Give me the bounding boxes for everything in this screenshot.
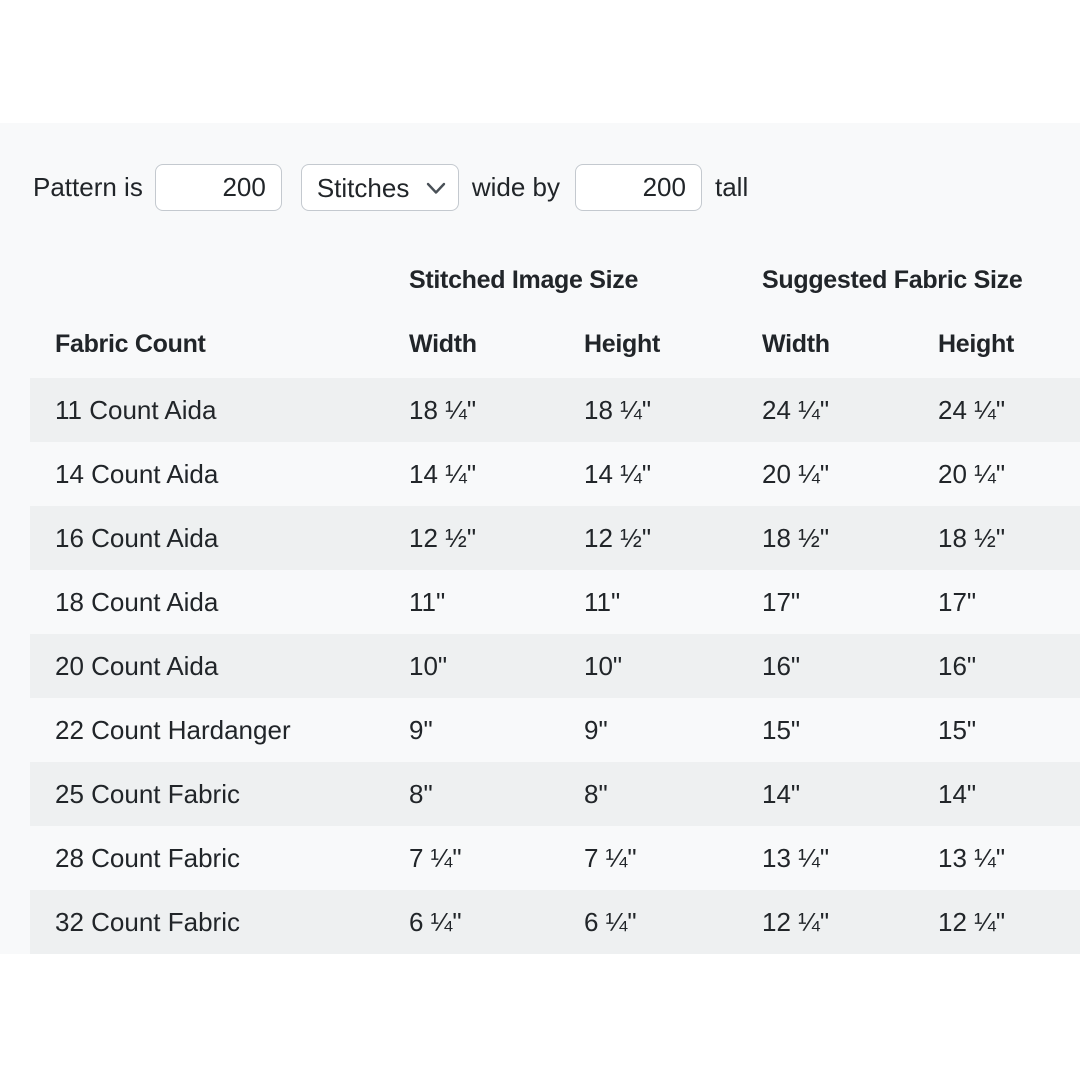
column-header-stitched-height: Height [584,329,660,358]
column-header-fabric-height: Height [938,329,1014,358]
fabric-width-cell: 13 ¼" [762,842,830,873]
fabric-width-cell: 18 ½" [762,522,830,553]
column-header-fabric-width: Width [762,329,830,358]
stitched-height-cell: 12 ½" [584,522,652,553]
fabric-count-cell: 18 Count Aida [55,586,219,617]
calculator-panel: Pattern is Stitches wide by tall Stitche… [0,123,1080,954]
group-header-row: Stitched Image Size Suggested Fabric Siz… [30,257,1080,304]
table-row: 14 Count Aida 14 ¼" 14 ¼" 20 ¼" 20 ¼" [30,442,1080,506]
fabric-count-cell: 20 Count Aida [55,650,219,681]
stitched-height-cell: 9" [584,714,608,745]
stitched-height-cell: 10" [584,650,623,681]
top-whitespace [0,0,1080,123]
stitched-width-cell: 14 ¼" [409,458,477,489]
fabric-count-cell: 11 Count Aida [55,394,217,425]
fabric-width-cell: 12 ¼" [762,906,830,937]
fabric-count-cell: 22 Count Hardanger [55,714,291,745]
fabric-width-cell: 14" [762,778,801,809]
wide-by-label: wide by [471,172,560,202]
fabric-count-cell: 32 Count Fabric [55,906,240,937]
stitched-width-cell: 7 ¼" [409,842,462,873]
pattern-is-label: Pattern is [33,172,143,202]
column-header-row: Fabric Count Width Height Width Height [30,304,1080,378]
fabric-height-cell: 24 ¼" [938,394,1006,425]
stitched-height-cell: 8" [584,778,608,809]
stitched-height-cell: 11" [584,586,621,617]
table-row: 16 Count Aida 12 ½" 12 ½" 18 ½" 18 ½" [30,506,1080,570]
stitched-width-cell: 8" [409,778,433,809]
fabric-width-cell: 17" [762,586,801,617]
stitched-width-cell: 11" [409,586,446,617]
fabric-height-cell: 13 ¼" [938,842,1006,873]
stitched-width-cell: 9" [409,714,433,745]
fabric-height-cell: 12 ¼" [938,906,1006,937]
group-header-stitched-image-size: Stitched Image Size [409,266,639,294]
tall-label: tall [714,172,749,202]
pattern-width-input[interactable] [154,164,282,211]
fabric-height-cell: 17" [938,586,977,617]
stitched-width-cell: 6 ¼" [409,906,462,937]
fabric-count-cell: 14 Count Aida [55,458,219,489]
group-header-suggested-fabric-size: Suggested Fabric Size [762,266,1023,294]
stitched-width-cell: 12 ½" [409,522,477,553]
fabric-height-cell: 18 ½" [938,522,1006,553]
table-row: 32 Count Fabric 6 ¼" 6 ¼" 12 ¼" 12 ¼" [30,890,1080,954]
table-row: 22 Count Hardanger 9" 9" 15" 15" [30,698,1080,762]
fabric-height-cell: 16" [938,650,977,681]
fabric-width-cell: 24 ¼" [762,394,830,425]
table-row: 25 Count Fabric 8" 8" 14" 14" [30,762,1080,826]
table-row: 20 Count Aida 10" 10" 16" 16" [30,634,1080,698]
table-row: 28 Count Fabric 7 ¼" 7 ¼" 13 ¼" 13 ¼" [30,826,1080,890]
fabric-size-table: Stitched Image Size Suggested Fabric Siz… [30,257,1080,954]
pattern-height-input[interactable] [574,164,702,211]
units-select[interactable]: Stitches [300,164,459,211]
stitched-height-cell: 14 ¼" [584,458,652,489]
table-row: 11 Count Aida 18 ¼" 18 ¼" 24 ¼" 24 ¼" [30,378,1080,442]
fabric-height-cell: 14" [938,778,977,809]
stitched-width-cell: 10" [409,650,448,681]
column-header-fabric-count: Fabric Count [55,329,206,358]
units-select-wrap: Stitches [300,164,459,211]
fabric-width-cell: 16" [762,650,801,681]
stitched-width-cell: 18 ¼" [409,394,477,425]
stitched-height-cell: 18 ¼" [584,394,652,425]
fabric-count-cell: 28 Count Fabric [55,842,240,873]
table-row: 18 Count Aida 11" 11" 17" 17" [30,570,1080,634]
fabric-count-cell: 25 Count Fabric [55,778,240,809]
stitched-height-cell: 7 ¼" [584,842,637,873]
pattern-size-form: Pattern is Stitches wide by tall [33,164,1080,211]
fabric-width-cell: 20 ¼" [762,458,830,489]
fabric-count-cell: 16 Count Aida [55,522,219,553]
fabric-height-cell: 20 ¼" [938,458,1006,489]
fabric-width-cell: 15" [762,714,801,745]
fabric-height-cell: 15" [938,714,977,745]
stitched-height-cell: 6 ¼" [584,906,637,937]
group-header-spacer [30,257,409,304]
column-header-stitched-width: Width [409,329,477,358]
